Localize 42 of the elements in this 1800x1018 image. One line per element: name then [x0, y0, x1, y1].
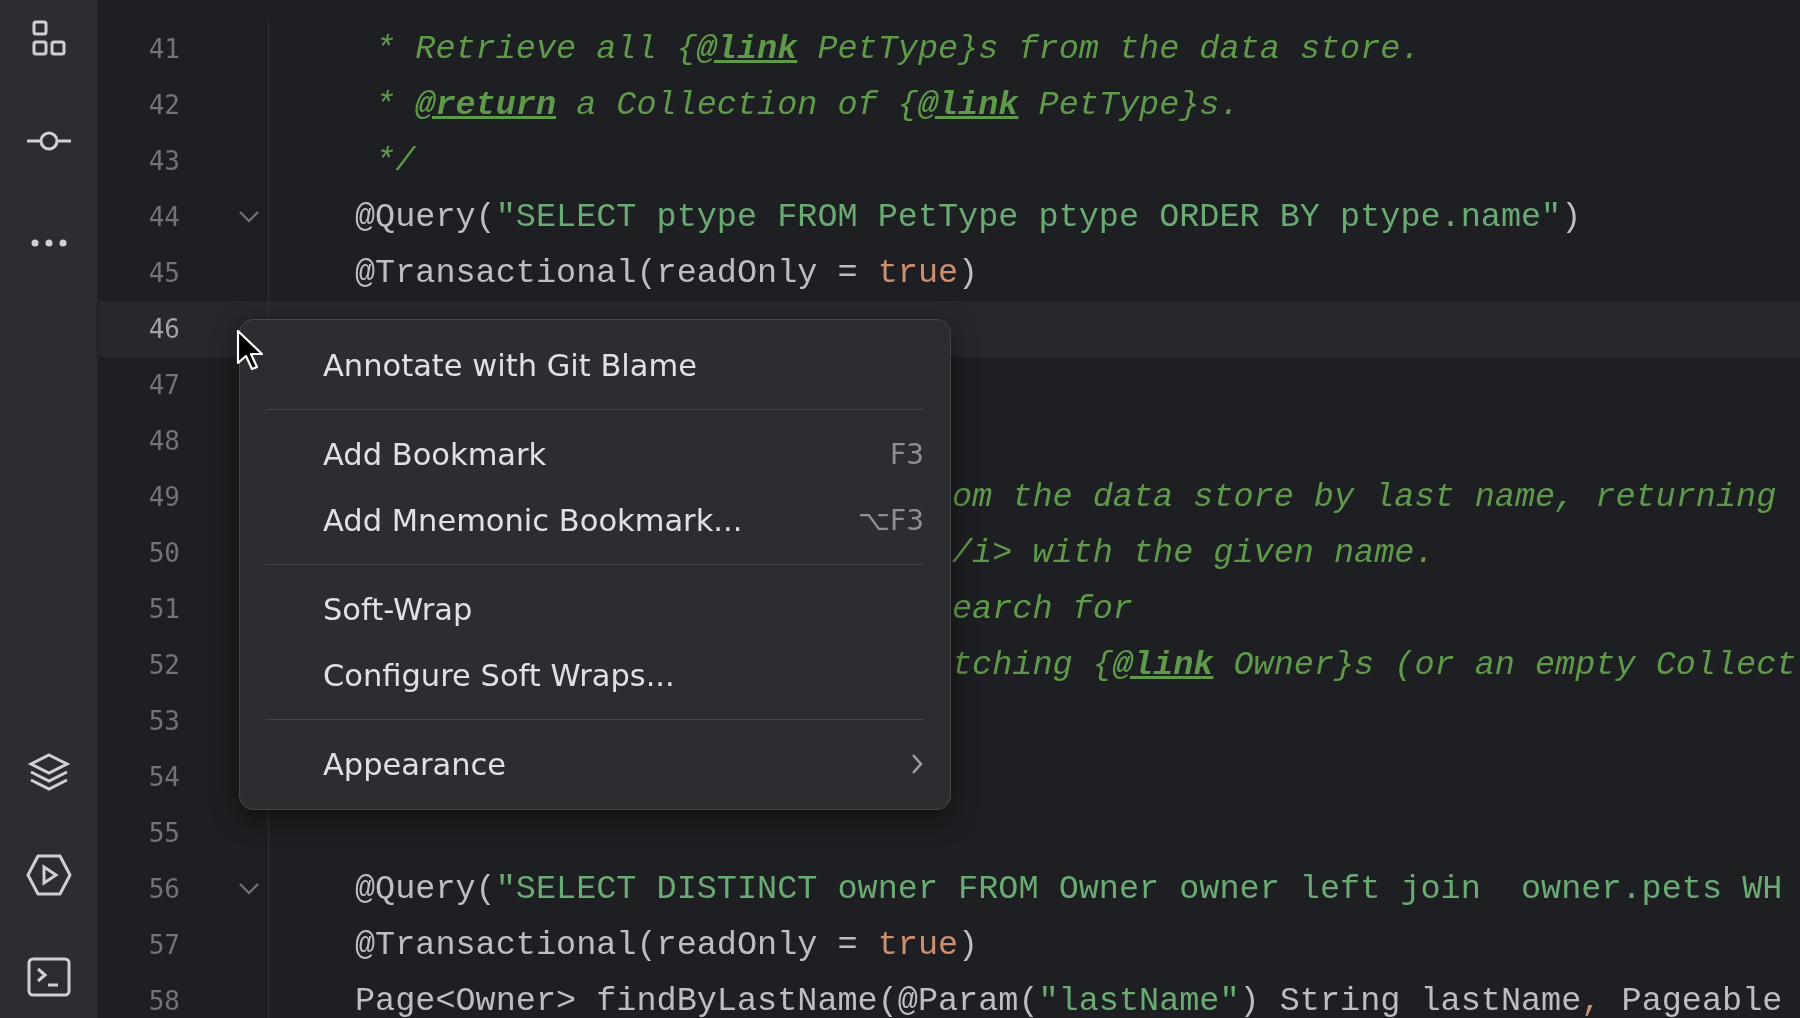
shortcut-label: ⌥F3	[857, 503, 924, 537]
code-line: @Transactional(readOnly = true)	[355, 254, 979, 292]
services-icon[interactable]	[25, 852, 72, 898]
line-number: 54	[147, 762, 180, 792]
line-number: 45	[147, 258, 180, 288]
line-number: 43	[147, 146, 180, 176]
line-number: 44	[147, 202, 180, 232]
line-number: 46	[147, 314, 180, 344]
menu-item[interactable]: Add Mnemonic Bookmark... ⌥F3	[240, 487, 950, 553]
mouse-cursor-icon	[236, 329, 266, 373]
line-number: 56	[147, 874, 180, 904]
code-line: * Retrieve all {@link PetType}s from the data store.	[374, 30, 1421, 68]
chevron-right-icon	[910, 752, 924, 776]
fold-chevron-icon[interactable]	[238, 882, 260, 896]
code-line: tching {@link Owner}s (or an empty Collect	[952, 646, 1797, 684]
menu-item[interactable]: Add Bookmark F3	[240, 421, 950, 487]
line-number: 49	[147, 482, 180, 512]
line-number: 58	[147, 986, 180, 1016]
code-line: @Transactional(readOnly = true)	[355, 926, 979, 964]
code-line: /i> with the given name.	[952, 534, 1435, 572]
line-number: 57	[147, 930, 180, 960]
shortcut-label: F3	[890, 437, 924, 471]
line-number: 55	[147, 818, 180, 848]
code-line: @Query("SELECT ptype FROM PetType ptype ORDER BY ptype.name")	[355, 198, 1582, 236]
line-number: 50	[147, 538, 180, 568]
code-line: */	[374, 142, 416, 180]
line-number: 51	[147, 594, 180, 624]
line-number: 53	[147, 706, 180, 736]
line-number: 48	[147, 426, 180, 456]
menu-item[interactable]: Soft-Wrap	[240, 576, 950, 642]
code-line: om the data store by last name, returning	[952, 478, 1777, 516]
menu-item[interactable]: Configure Soft Wraps...	[240, 642, 950, 708]
line-number: 42	[147, 90, 180, 120]
line-number: 52	[147, 650, 180, 680]
line-number: 47	[147, 370, 180, 400]
code-line: @Query("SELECT DISTINCT owner FROM Owner owner left join owner.pets WH	[355, 870, 1783, 908]
line-number: 41	[147, 34, 180, 64]
code-line: * @return a Collection of {@link PetType}s.	[374, 86, 1240, 124]
fold-chevron-icon[interactable]	[238, 210, 260, 224]
code-line: Page<Owner> findByLastName(@Param("lastName") String lastName, Pageable	[355, 982, 1783, 1018]
submenu-item[interactable]: Appearance	[240, 731, 950, 797]
code-line: earch for	[952, 590, 1133, 628]
